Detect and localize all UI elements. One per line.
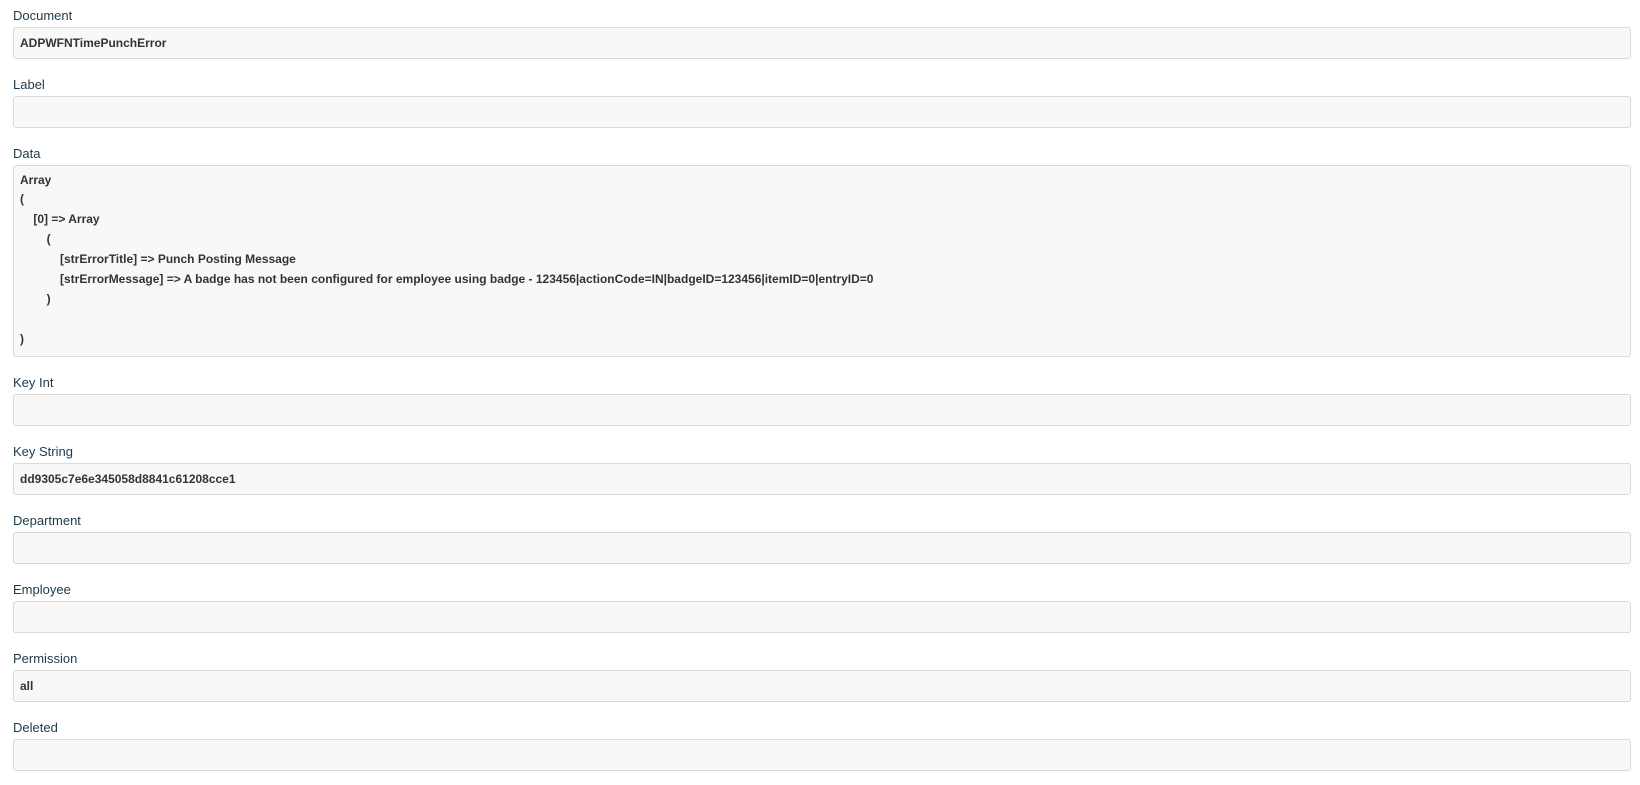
data-textarea[interactable]: Array ( [0] => Array ( [strErrorTitle] =… [13, 165, 1631, 357]
data-line: [0] => Array [20, 212, 100, 226]
document-label: Document [13, 8, 73, 23]
employee-field[interactable] [13, 601, 1631, 633]
data-line [20, 312, 1624, 332]
document-field[interactable]: ADPWFNTimePunchError [13, 27, 1631, 59]
data-label: Data [13, 146, 41, 161]
label-label: Label [13, 77, 45, 92]
key-string-field[interactable]: dd9305c7e6e345058d8841c61208cce1 [13, 463, 1631, 495]
data-line: ) [20, 332, 24, 346]
department-label: Department [13, 513, 81, 528]
deleted-label: Deleted [13, 720, 58, 735]
label-field[interactable] [13, 96, 1631, 128]
data-line: ( [20, 232, 51, 246]
key-int-label: Key Int [13, 375, 54, 390]
data-line: ) [20, 292, 51, 306]
key-int-field[interactable] [13, 394, 1631, 426]
permission-label: Permission [13, 651, 78, 666]
deleted-field[interactable] [13, 739, 1631, 771]
data-line: [strErrorTitle] => Punch Posting Message [20, 252, 296, 266]
data-line: [strErrorMessage] => A badge has not bee… [20, 272, 874, 286]
data-line: Array [20, 173, 52, 187]
department-field[interactable] [13, 532, 1631, 564]
permission-field[interactable]: all [13, 670, 1631, 702]
employee-label: Employee [13, 582, 71, 597]
key-string-label: Key String [13, 444, 73, 459]
data-line: ( [20, 192, 24, 206]
